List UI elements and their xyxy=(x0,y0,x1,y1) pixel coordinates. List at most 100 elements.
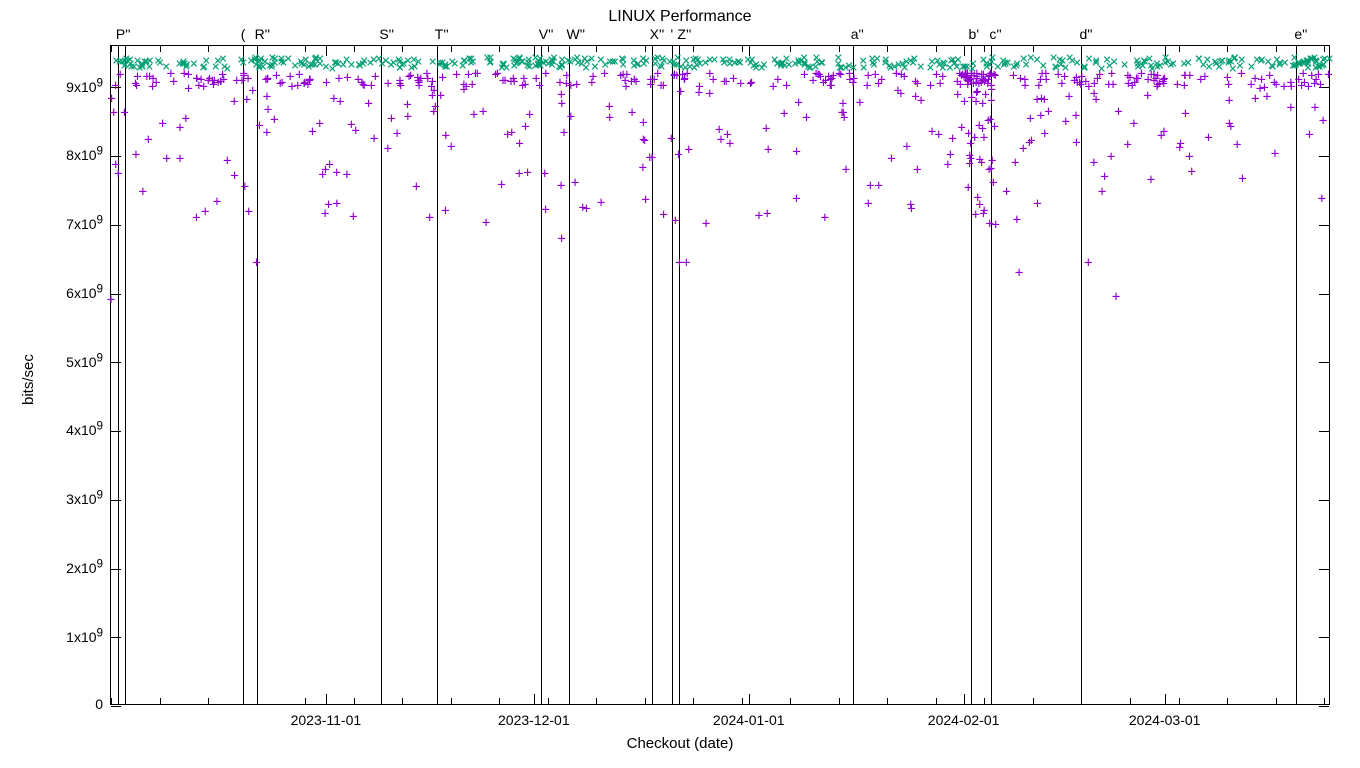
series1-point xyxy=(772,59,782,69)
series1-point xyxy=(1311,56,1321,66)
series1-point xyxy=(618,60,628,70)
series2-point xyxy=(216,77,226,87)
series1-point xyxy=(833,53,843,63)
series1-point xyxy=(657,62,667,72)
series2-point xyxy=(896,70,906,80)
series2-point xyxy=(938,72,948,82)
series2-point xyxy=(694,88,704,98)
series2-point xyxy=(653,69,663,79)
series1-point xyxy=(397,60,407,70)
series2-point xyxy=(916,96,926,106)
series1-point xyxy=(501,63,511,73)
x-tick-label: 2023-12-01 xyxy=(498,704,570,728)
series1-point xyxy=(950,58,960,68)
series2-point xyxy=(838,99,848,109)
series2-point xyxy=(1111,292,1121,302)
series2-point xyxy=(1257,75,1267,85)
series2-point xyxy=(332,168,342,178)
series1-point xyxy=(1214,62,1224,72)
series2-point xyxy=(200,207,210,217)
series1-point xyxy=(776,59,786,69)
series2-point xyxy=(261,75,271,85)
series2-point xyxy=(1222,73,1232,83)
event-label: c'' xyxy=(989,26,1001,42)
series2-point xyxy=(413,73,423,83)
series2-point xyxy=(955,80,965,90)
series1-point xyxy=(757,63,767,73)
series1-point xyxy=(1021,60,1031,70)
y-tick-label: 1x109 xyxy=(66,626,111,645)
series1-point xyxy=(485,58,495,68)
event-vline xyxy=(971,46,972,704)
series2-point xyxy=(1307,71,1317,81)
series2-point xyxy=(115,70,125,80)
event-vline xyxy=(1081,46,1082,704)
series1-point xyxy=(510,55,520,65)
series1-point xyxy=(890,62,900,72)
series2-point xyxy=(1032,95,1042,105)
series2-point xyxy=(896,89,906,99)
series2-point xyxy=(1269,78,1279,88)
series2-point xyxy=(957,123,967,133)
series2-point xyxy=(1125,73,1135,83)
series2-point xyxy=(1303,82,1313,92)
series1-point xyxy=(1163,57,1173,67)
series1-point xyxy=(304,62,314,72)
series1-point xyxy=(306,60,316,70)
series1-point xyxy=(514,53,524,63)
series1-point xyxy=(573,58,583,68)
series1-point xyxy=(178,59,188,69)
series1-point xyxy=(689,63,699,73)
series2-point xyxy=(1106,152,1116,162)
series1-point xyxy=(178,57,188,67)
series2-point xyxy=(1297,81,1307,91)
series1-point xyxy=(394,55,404,65)
series1-point xyxy=(886,63,896,73)
series1-point xyxy=(541,57,551,67)
series2-point xyxy=(645,153,655,163)
event-label: R'' xyxy=(255,26,270,42)
series2-point xyxy=(1060,72,1070,82)
series1-point xyxy=(835,63,845,73)
series1-point xyxy=(546,55,556,65)
series2-point xyxy=(342,73,352,83)
series1-point xyxy=(587,54,597,64)
series2-point xyxy=(1025,114,1035,124)
series2-point xyxy=(985,219,995,229)
series1-point xyxy=(175,59,185,69)
series2-point xyxy=(1180,109,1190,119)
series1-point xyxy=(1290,61,1300,71)
series1-point xyxy=(438,58,448,68)
series1-point xyxy=(1132,56,1142,66)
series1-point xyxy=(790,59,800,69)
series1-point xyxy=(1237,55,1247,65)
series2-point xyxy=(406,71,416,81)
series2-point xyxy=(305,76,315,86)
event-vline xyxy=(1296,46,1297,704)
series2-point xyxy=(658,81,668,91)
series2-point xyxy=(366,81,376,91)
series1-point xyxy=(557,61,567,71)
series2-point xyxy=(131,150,141,160)
series1-point xyxy=(358,59,368,69)
series2-point xyxy=(213,78,223,88)
series2-point xyxy=(216,77,226,87)
series1-point xyxy=(960,62,970,72)
series2-point xyxy=(708,75,718,85)
series1-point xyxy=(137,62,147,72)
series1-point xyxy=(1311,63,1321,73)
series1-point xyxy=(1204,62,1214,72)
series2-point xyxy=(779,109,789,119)
series2-point xyxy=(960,69,970,79)
series2-point xyxy=(199,82,209,92)
series2-point xyxy=(470,69,480,79)
series1-point xyxy=(1202,55,1212,65)
event-vline xyxy=(672,46,673,704)
series2-point xyxy=(1092,74,1102,84)
series1-point xyxy=(530,61,540,71)
series1-point xyxy=(747,55,757,65)
series2-point xyxy=(1018,144,1028,154)
series1-point xyxy=(1140,57,1150,67)
series1-point xyxy=(386,60,396,70)
series1-point xyxy=(759,60,769,70)
